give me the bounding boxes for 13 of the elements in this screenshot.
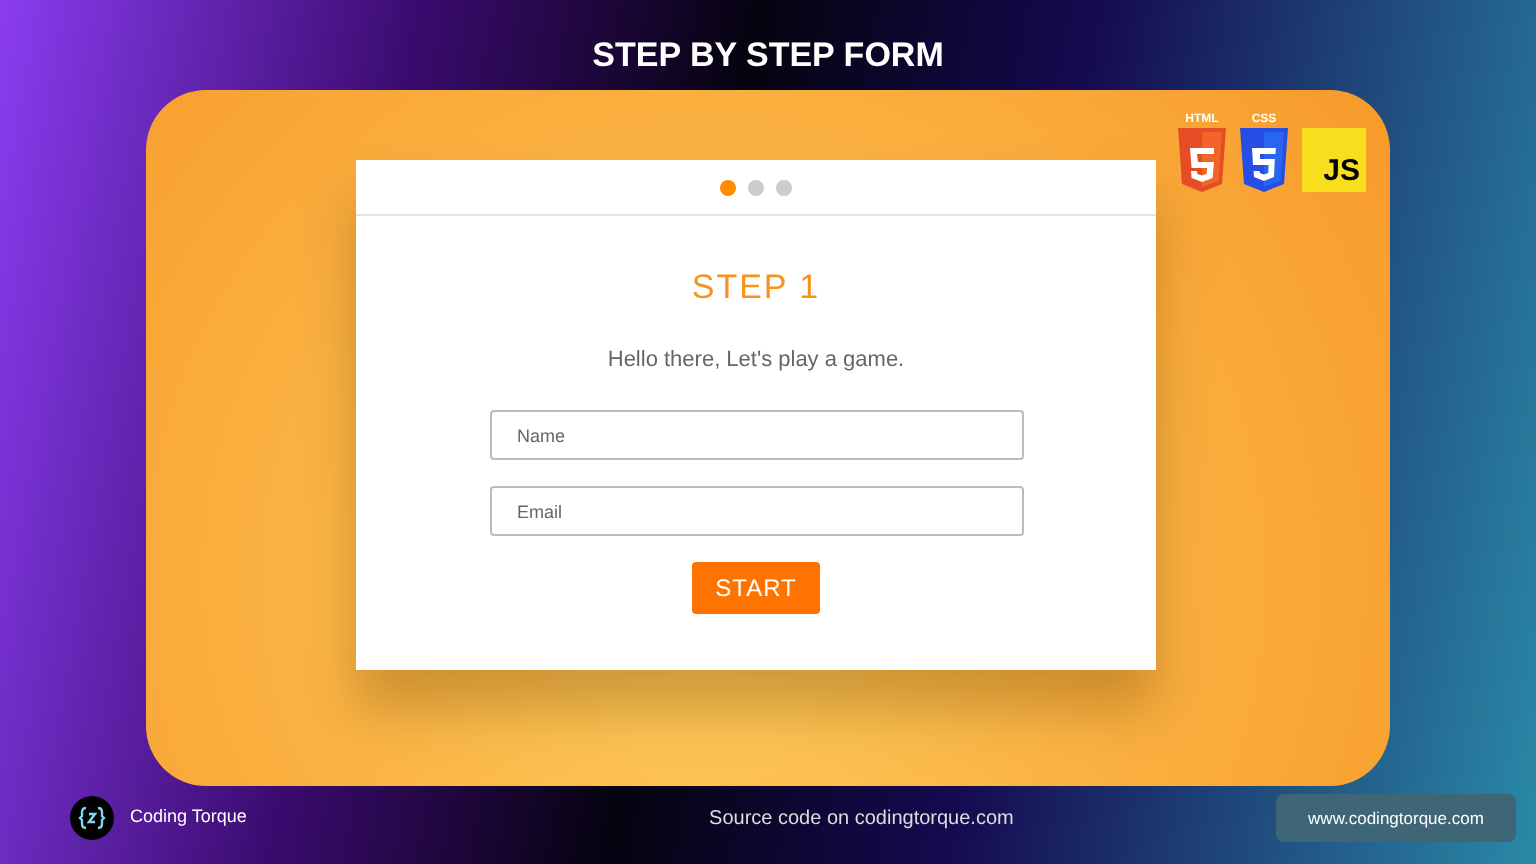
html5-shield-icon — [1178, 128, 1226, 192]
brand-logo-icon — [70, 796, 114, 840]
step-heading: STEP 1 — [691, 268, 821, 308]
source-note: Source code on codingtorque.com — [709, 805, 1014, 833]
js-logo: JS — [1302, 128, 1366, 192]
page-title: STEP BY STEP FORM — [592, 34, 944, 78]
form-subtitle: Hello there, Let's play a game. — [607, 346, 905, 374]
input-field[interactable]: Email — [489, 486, 1023, 536]
css3-shield-icon — [1240, 128, 1288, 192]
input-field[interactable]: Name — [489, 410, 1023, 460]
website-badge: www.codingtorque.com — [1276, 794, 1516, 842]
start-button[interactable]: START — [692, 562, 820, 614]
brand-name: Coding Torque — [130, 804, 247, 831]
